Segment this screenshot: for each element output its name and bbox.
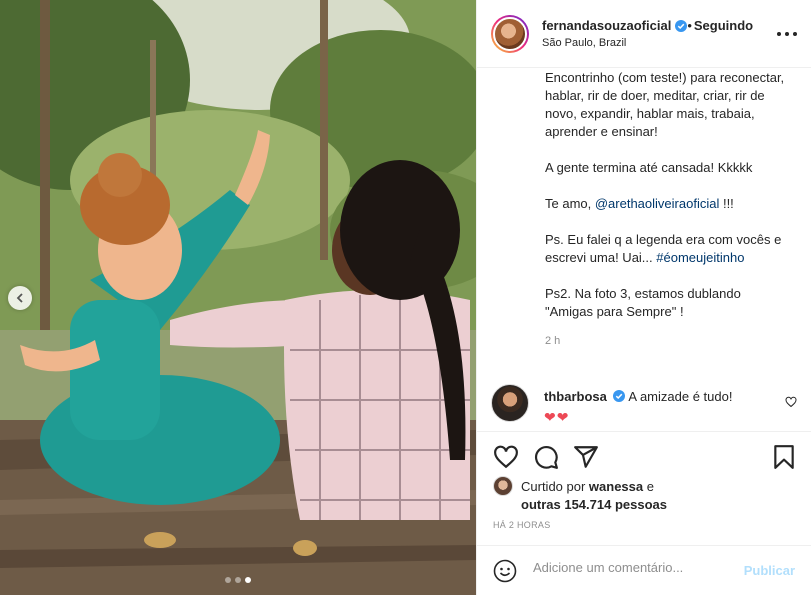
comment-text: A amizade é tudo!: [628, 389, 733, 404]
likes-summary[interactable]: Curtido por wanessa e outras 154.714 pes…: [493, 476, 795, 514]
photo-scene: [0, 0, 476, 595]
comment-input[interactable]: [533, 560, 733, 575]
heart-icon[interactable]: [493, 444, 519, 470]
more-icon[interactable]: [777, 24, 797, 44]
action-bar: [477, 431, 811, 481]
header-separator: •: [687, 18, 692, 33]
post-header: fernandasouzaoficial • Seguindo São Paul…: [477, 0, 811, 68]
caption-paragraph: Te amo, @arethaoliveiraoficial !!!: [545, 196, 734, 211]
carousel-dot: [225, 577, 231, 583]
avatar: [493, 476, 513, 496]
carousel-dot-active: [245, 577, 251, 583]
comment-icon[interactable]: [533, 444, 559, 470]
post-photo[interactable]: [0, 0, 476, 595]
caption-timestamp[interactable]: 2 h: [477, 335, 811, 347]
caption-paragraph: Ps2. Na foto 3, estamos dublando "Amigas…: [545, 286, 741, 319]
post-location[interactable]: São Paulo, Brazil: [542, 37, 753, 49]
carousel-dot: [235, 577, 241, 583]
avatar[interactable]: [491, 384, 529, 422]
verified-icon: [675, 19, 688, 32]
share-icon[interactable]: [573, 444, 599, 470]
likes-count[interactable]: outras 154.714 pessoas: [521, 497, 667, 512]
author-avatar[interactable]: [491, 14, 529, 53]
mention-link[interactable]: @arethaoliveiraoficial: [595, 196, 719, 211]
heart-icon[interactable]: [785, 396, 797, 408]
post-caption: Encontrinho (com teste!) para reconectar…: [477, 69, 811, 321]
hashtag-link[interactable]: #éomeujeitinho: [656, 250, 744, 265]
bookmark-icon[interactable]: [771, 444, 797, 470]
post-age[interactable]: HÁ 2 HORAS: [493, 520, 551, 530]
emoji-icon[interactable]: [493, 559, 517, 583]
publish-button[interactable]: Publicar: [744, 563, 795, 578]
comment-username[interactable]: thbarbosa: [544, 389, 607, 404]
add-comment-bar: Publicar: [477, 545, 811, 595]
carousel-dots: [0, 577, 476, 583]
caption-paragraph: Encontrinho (com teste!) para reconectar…: [545, 70, 785, 139]
caption-scroll-area[interactable]: Encontrinho (com teste!) para reconectar…: [477, 69, 811, 431]
following-button[interactable]: Seguindo: [694, 18, 753, 33]
verified-icon: [613, 390, 626, 402]
comment-hearts: ❤❤: [544, 409, 570, 425]
comment-item: thbarbosa A amizade é tudo! ❤❤: [491, 384, 797, 428]
liker-username[interactable]: wanessa: [589, 479, 643, 494]
chevron-left-icon: [16, 293, 23, 303]
carousel-prev-button[interactable]: [8, 286, 32, 310]
author-username[interactable]: fernandasouzaoficial: [542, 18, 671, 33]
caption-paragraph: Ps. Eu falei q a legenda era com vocês e…: [545, 232, 782, 265]
caption-paragraph: A gente termina até cansada! Kkkkk: [545, 160, 753, 175]
post-side-panel: fernandasouzaoficial • Seguindo São Paul…: [476, 0, 811, 595]
